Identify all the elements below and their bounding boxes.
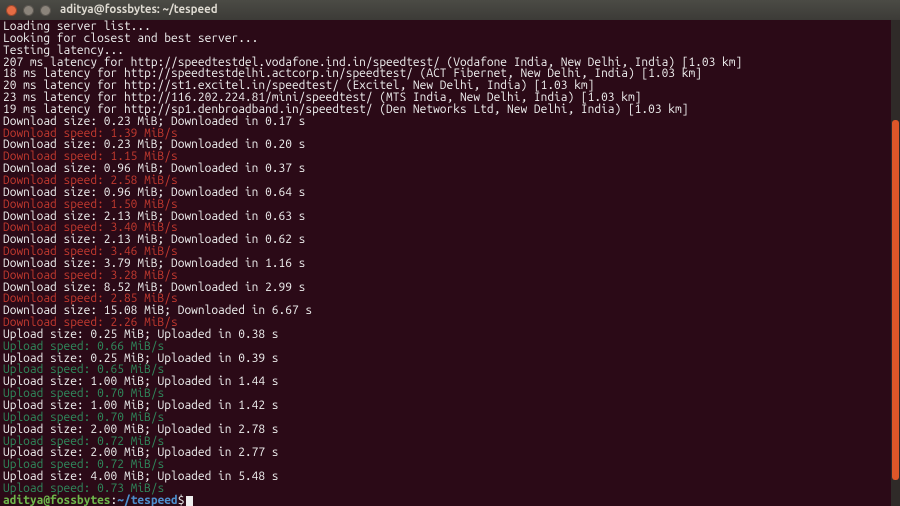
- terminal-prompt[interactable]: aditya@fossbytes:~/tespeed$: [3, 495, 897, 506]
- prompt-userhost: aditya@fossbytes: [3, 494, 111, 506]
- terminal-line: 19 ms latency for http://sp1.denbroadban…: [3, 104, 897, 116]
- terminal-line: Download size: 3.79 MiB; Downloaded in 1…: [3, 258, 897, 270]
- cursor-icon: [186, 496, 193, 506]
- terminal-output[interactable]: Loading server list...Looking for closes…: [0, 20, 900, 506]
- terminal-line: Upload size: 2.00 MiB; Uploaded in 2.78 …: [3, 424, 897, 436]
- terminal-line: Testing latency...: [3, 45, 897, 57]
- terminal-line: Upload size: 0.25 MiB; Uploaded in 0.38 …: [3, 329, 897, 341]
- terminal-line: Download size: 0.96 MiB; Downloaded in 0…: [3, 187, 897, 199]
- maximize-icon[interactable]: [40, 5, 51, 16]
- titlebar[interactable]: aditya@fossbytes: ~/tespeed: [0, 0, 900, 20]
- scrollbar-thumb[interactable]: [892, 120, 899, 480]
- minimize-icon[interactable]: [23, 5, 34, 16]
- prompt-dollar: $: [178, 494, 185, 506]
- terminal-line: Download speed: 1.50 MiB/s: [3, 199, 897, 211]
- terminal-line: Looking for closest and best server...: [3, 33, 897, 45]
- window-title: aditya@fossbytes: ~/tespeed: [60, 4, 218, 16]
- close-icon[interactable]: [6, 5, 17, 16]
- scrollbar-track[interactable]: [891, 20, 900, 506]
- terminal-line: Download size: 0.23 MiB; Downloaded in 0…: [3, 116, 897, 128]
- terminal-line: Upload speed: 0.70 MiB/s: [3, 412, 897, 424]
- terminal-line: Download speed: 3.28 MiB/s: [3, 270, 897, 282]
- terminal-window: aditya@fossbytes: ~/tespeed Loading serv…: [0, 0, 900, 506]
- prompt-path: ~/tespeed: [117, 494, 177, 506]
- terminal-line: Upload speed: 0.66 MiB/s: [3, 341, 897, 353]
